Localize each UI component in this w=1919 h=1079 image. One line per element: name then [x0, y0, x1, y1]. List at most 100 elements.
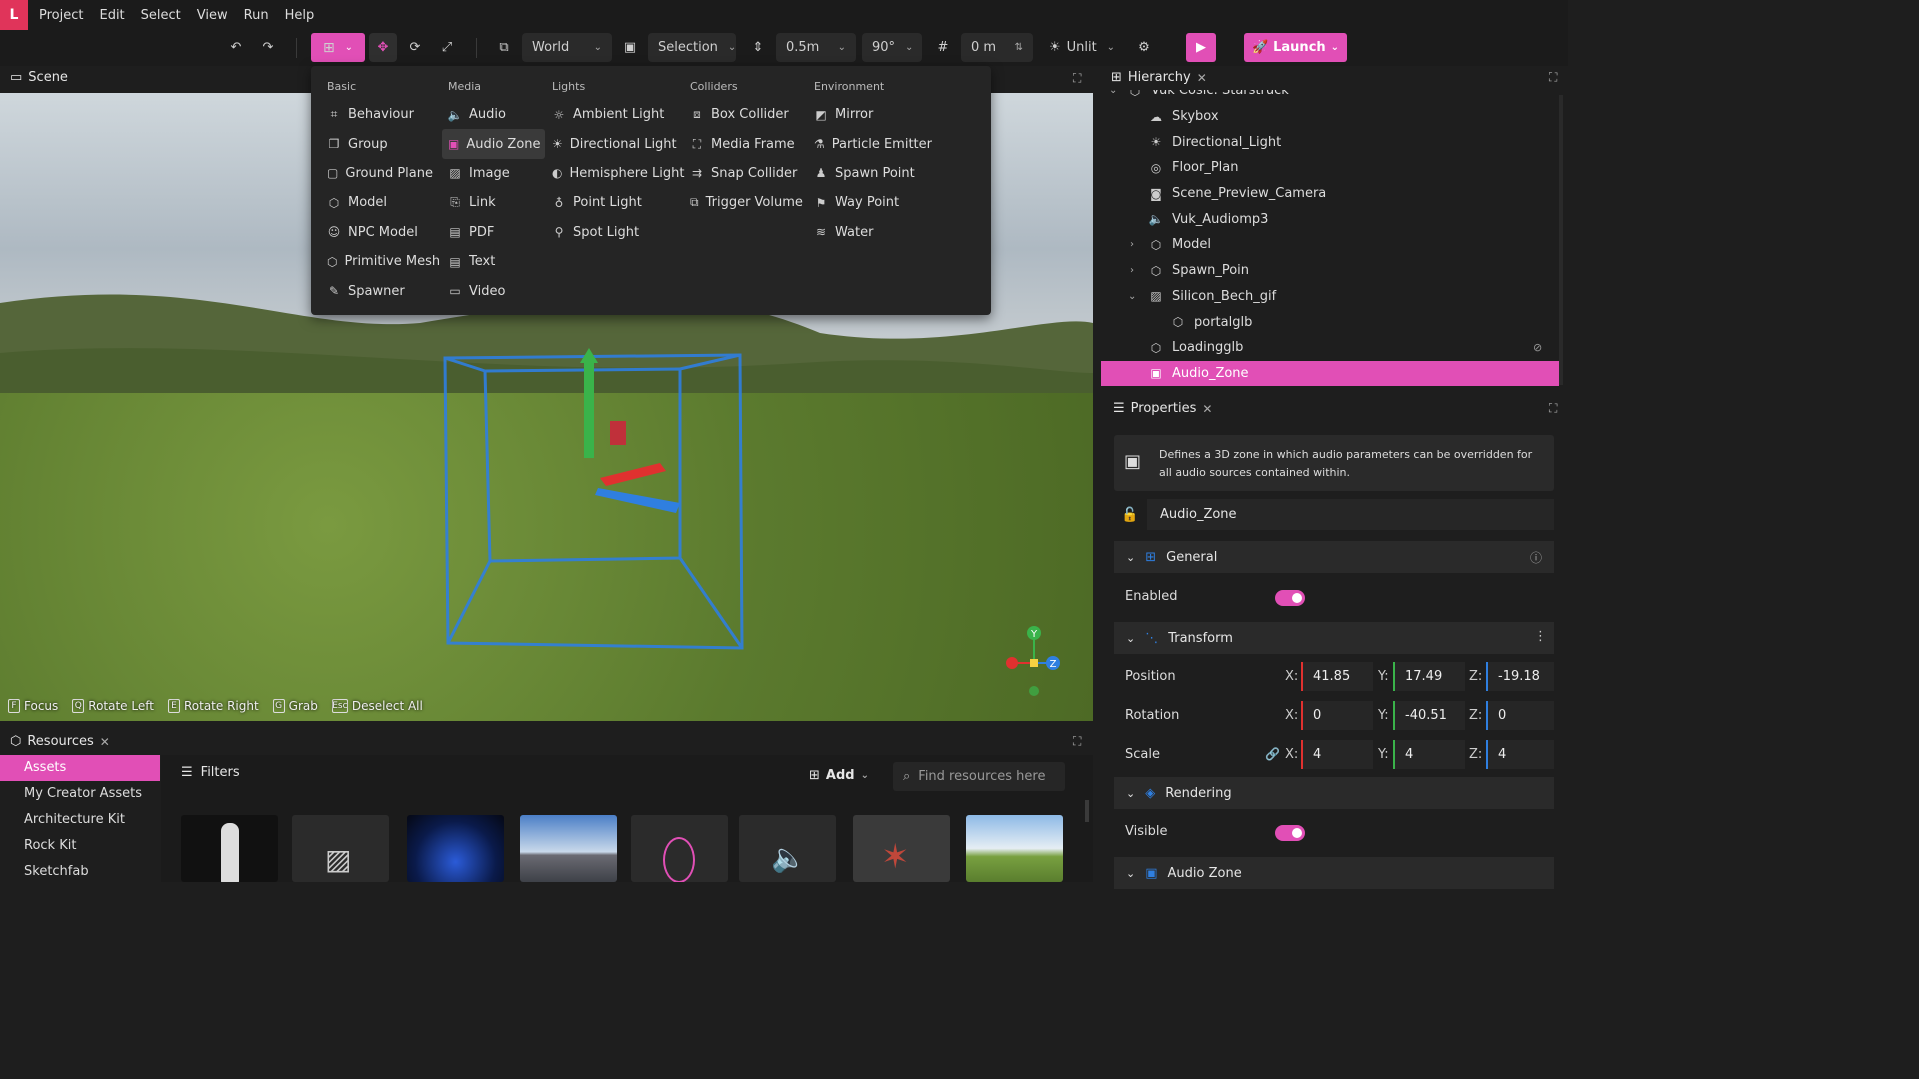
- play-button[interactable]: ▶: [1186, 33, 1216, 62]
- chevron-right-icon[interactable]: ›: [1130, 239, 1134, 250]
- chevron-down-icon[interactable]: ⌄: [1109, 90, 1117, 96]
- name-input[interactable]: Audio_Zone: [1147, 499, 1554, 530]
- lighting-dropdown[interactable]: ☀ Unlit ⌄: [1046, 33, 1118, 62]
- category-assets[interactable]: Assets: [0, 755, 160, 781]
- tree-item-directional-light[interactable]: ☀ Directional_Light: [1101, 129, 1559, 155]
- audio-zone-gizmo[interactable]: [430, 343, 760, 663]
- maximize-icon[interactable]: ⛶: [1073, 734, 1081, 749]
- close-icon[interactable]: ✕: [100, 735, 110, 749]
- menu-item-model[interactable]: ⬡ Model: [321, 188, 439, 217]
- scale-y-input[interactable]: 4: [1393, 740, 1465, 769]
- scale-z-input[interactable]: 4: [1486, 740, 1554, 769]
- menu-item-video[interactable]: ▭ Video: [442, 276, 545, 305]
- menu-item-audio[interactable]: 🔈 Audio: [442, 100, 545, 129]
- launch-button[interactable]: 🚀 Launch ⌄: [1244, 33, 1347, 62]
- menu-item-ground-plane[interactable]: ▢ Ground Plane: [321, 159, 439, 188]
- menu-item-mirror[interactable]: ◩ Mirror: [808, 100, 938, 129]
- lock-icon[interactable]: 🔓: [1121, 507, 1138, 523]
- menu-help[interactable]: Help: [277, 8, 323, 23]
- asset-thumb-space[interactable]: [407, 815, 504, 882]
- menu-item-group[interactable]: ❐ Group: [321, 129, 439, 158]
- asset-thumb-city[interactable]: [520, 815, 617, 882]
- menu-item-snap-collider[interactable]: ⇉ Snap Collider: [684, 159, 806, 188]
- rotation-z-input[interactable]: 0: [1486, 701, 1554, 730]
- menu-item-text[interactable]: ▤ Text: [442, 247, 545, 276]
- snap-angle-dropdown[interactable]: 90° ⌄: [862, 33, 922, 62]
- visible-toggle[interactable]: [1275, 825, 1305, 841]
- close-icon[interactable]: ✕: [1202, 402, 1212, 416]
- tree-item-camera[interactable]: ◙ Scene_Preview_Camera: [1101, 181, 1559, 207]
- menu-item-box-collider[interactable]: ⧈ Box Collider: [684, 100, 806, 129]
- asset-thumb-landscape[interactable]: [966, 815, 1063, 882]
- chevron-down-icon[interactable]: ⌄: [1128, 291, 1136, 302]
- tree-item-model[interactable]: › ⬡ Model: [1101, 232, 1559, 258]
- menu-run[interactable]: Run: [236, 8, 277, 23]
- asset-thumb-audio[interactable]: 🔈: [739, 815, 836, 882]
- enabled-toggle[interactable]: [1275, 590, 1305, 606]
- position-z-input[interactable]: -19.18: [1486, 662, 1554, 691]
- rotation-y-input[interactable]: -40.51: [1393, 701, 1465, 730]
- tab-hierarchy[interactable]: ⊞ Hierarchy ✕: [1111, 70, 1207, 85]
- asset-thumb-npc[interactable]: [181, 815, 278, 882]
- category-my-creator-assets[interactable]: My Creator Assets: [0, 781, 160, 807]
- tab-scene[interactable]: ▭ Scene: [10, 70, 68, 85]
- asset-thumb-image[interactable]: ▨: [292, 815, 389, 882]
- section-transform[interactable]: ⌄ ⋱ Transform ⋮: [1114, 622, 1554, 654]
- category-architecture-kit[interactable]: Architecture Kit: [0, 807, 160, 833]
- menu-item-link[interactable]: ⎘ Link: [442, 188, 545, 217]
- position-x-input[interactable]: 41.85: [1301, 662, 1373, 691]
- position-y-input[interactable]: 17.49: [1393, 662, 1465, 691]
- menu-view[interactable]: View: [189, 8, 236, 23]
- category-rock-kit[interactable]: Rock Kit: [0, 832, 160, 858]
- settings-gear-icon[interactable]: ⚙: [1130, 33, 1158, 62]
- more-options-icon[interactable]: ⋮: [1534, 629, 1547, 644]
- rotate-tool-icon[interactable]: ⟳: [401, 33, 429, 62]
- menu-item-point-light[interactable]: ♁ Point Light: [546, 188, 678, 217]
- asset-thumb-star[interactable]: ✶: [853, 815, 950, 882]
- scale-tool-icon[interactable]: ⤢: [433, 33, 461, 62]
- menu-item-directional-light[interactable]: ☀ Directional Light: [546, 129, 678, 158]
- grid-height-input[interactable]: 0 m ⇅: [961, 33, 1033, 62]
- transform-space-dropdown[interactable]: World ⌄: [522, 33, 612, 62]
- section-rendering[interactable]: ⌄ ◈ Rendering: [1114, 777, 1554, 809]
- add-resource-button[interactable]: ⊞ Add ⌄: [809, 768, 869, 783]
- tree-item-loadingglb[interactable]: ⬡ Loadingglb ⊘: [1101, 335, 1559, 361]
- menu-item-hemisphere-light[interactable]: ◐ Hemisphere Light: [546, 159, 684, 188]
- menu-item-behaviour[interactable]: ⌗ Behaviour: [321, 100, 439, 129]
- tab-properties[interactable]: ☰ Properties ✕: [1113, 401, 1212, 416]
- tree-item-silicon-bech-gif[interactable]: ⌄ ▨ Silicon_Bech_gif: [1101, 284, 1559, 310]
- menu-item-image[interactable]: ▨ Image: [442, 159, 545, 188]
- tree-item-audio[interactable]: 🔈 Vuk_Audiomp3: [1101, 206, 1559, 232]
- add-object-button[interactable]: ⊞ ⌄: [311, 33, 365, 62]
- menu-item-primitive-mesh[interactable]: ⬡ Primitive Mesh: [321, 247, 440, 276]
- menu-item-particle-emitter[interactable]: ⚗ Particle Emitter: [808, 129, 938, 158]
- tab-resources[interactable]: ⬡ Resources ✕: [10, 734, 110, 749]
- menu-item-spawner[interactable]: ✎ Spawner: [321, 276, 439, 305]
- scale-x-input[interactable]: 4: [1301, 740, 1373, 769]
- menu-edit[interactable]: Edit: [91, 8, 132, 23]
- menu-item-spot-light[interactable]: ⚲ Spot Light: [546, 218, 678, 247]
- maximize-icon[interactable]: ⛶: [1073, 71, 1081, 86]
- tree-item-skybox[interactable]: ☁ Skybox: [1101, 104, 1559, 130]
- category-sketchfab[interactable]: Sketchfab: [0, 858, 160, 884]
- tree-item-portalglb[interactable]: ⬡ portalglb: [1101, 309, 1559, 335]
- tree-item-floor-plan[interactable]: ◎ Floor_Plan: [1101, 155, 1559, 181]
- eye-hidden-icon[interactable]: ⊘: [1533, 341, 1542, 354]
- pivot-dropdown[interactable]: Selection ⌄: [648, 33, 736, 62]
- hierarchy-scrollbar[interactable]: [1559, 95, 1563, 385]
- menu-item-media-frame[interactable]: ⛶ Media Frame: [684, 129, 806, 158]
- tree-item-audio-zone[interactable]: ▣ Audio_Zone: [1101, 360, 1559, 387]
- app-logo[interactable]: L: [0, 0, 28, 30]
- menu-item-ambient-light[interactable]: ☼ Ambient Light: [546, 100, 678, 129]
- menu-item-trigger-volume[interactable]: ⧉ Trigger Volume: [684, 188, 806, 217]
- filters-button[interactable]: ☰ Filters: [181, 765, 240, 780]
- rotation-x-input[interactable]: 0: [1301, 701, 1373, 730]
- snap-distance-dropdown[interactable]: 0.5m ⌄: [776, 33, 856, 62]
- orientation-gizmo[interactable]: Y Z: [1000, 623, 1070, 698]
- menu-item-pdf[interactable]: ▤ PDF: [442, 218, 545, 247]
- menu-item-spawn-point[interactable]: ♟ Spawn Point: [808, 159, 938, 188]
- menu-item-water[interactable]: ≋ Water: [808, 218, 938, 247]
- redo-icon[interactable]: ↷: [254, 33, 282, 62]
- search-input[interactable]: ⌕ Find resources here: [893, 762, 1065, 791]
- maximize-icon[interactable]: ⛶: [1549, 70, 1557, 85]
